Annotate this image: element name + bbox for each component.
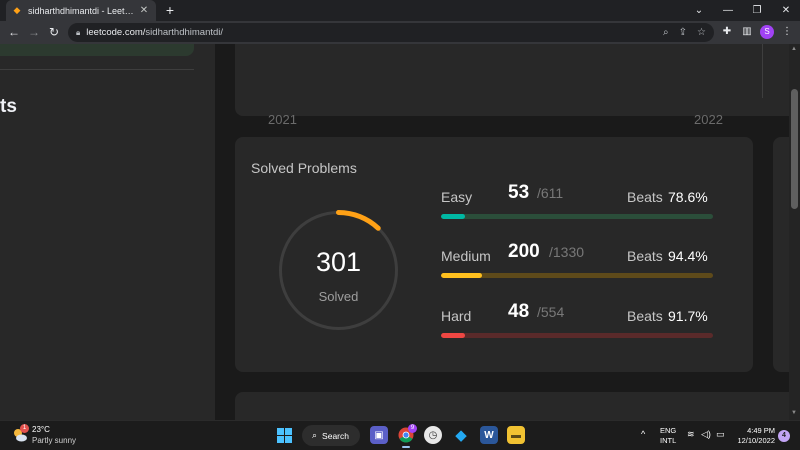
minimize-icon[interactable]: — — [713, 0, 743, 21]
solved-label: Solved — [318, 289, 359, 304]
address-bar[interactable]: 🔒︎ leetcode.com/sidharthdhimantdi/ ⌕ ⇪ ☆ — [68, 23, 714, 42]
beats-percentage: 78.6% — [668, 189, 708, 205]
leetcode-favicon-icon: ◆ — [13, 5, 21, 15]
teams-chat-icon[interactable]: ▣ — [370, 426, 388, 444]
keyboard-layout: INTL — [660, 436, 677, 445]
calendar-card: 2021 2022 — [235, 44, 800, 127]
taskbar-search-label: Search — [322, 430, 349, 441]
url-text[interactable]: leetcode.com/sidharthdhimantdi/ — [86, 27, 653, 38]
beats-label: Beats — [627, 189, 663, 205]
file-explorer-icon[interactable]: ▬ — [507, 426, 525, 444]
extensions-icon[interactable]: ✚ — [720, 25, 734, 39]
difficulty-name: Easy — [441, 189, 473, 205]
solved-total-count: 301 — [315, 247, 362, 277]
beats-label: Beats — [627, 248, 663, 264]
difficulty-total: /611 — [537, 185, 564, 201]
search-icon[interactable]: ⌕ — [663, 27, 669, 38]
difficulty-total: /1330 — [549, 244, 585, 260]
new-tab-button[interactable]: + — [162, 1, 178, 19]
lock-icon[interactable]: 🔒︎ — [76, 28, 80, 38]
weather-description[interactable]: Partly sunny — [32, 436, 76, 445]
difficulty-name: Medium — [441, 248, 491, 264]
volume-icon[interactable]: ◁) — [701, 429, 711, 440]
left-panel: ts — [0, 44, 215, 420]
show-hidden-icons-chevron-icon[interactable]: ^ — [641, 429, 645, 439]
forward-icon[interactable]: → — [26, 24, 42, 40]
difficulty-progress-bar — [441, 273, 713, 278]
left-panel-card-edge — [0, 44, 194, 56]
vscode-icon[interactable]: ◆ — [452, 426, 470, 444]
word-icon[interactable]: W — [480, 426, 498, 444]
difficulty-progress-fill — [441, 214, 465, 219]
weather-badge: 1 — [20, 424, 29, 433]
beats-percentage: 94.4% — [668, 248, 708, 264]
taskbar-clock[interactable]: 4:49 PM 12/10/2022 — [733, 426, 775, 446]
next-section-card — [235, 392, 800, 420]
difficulty-row-easy[interactable]: Easy 53 /611 Beats 78.6% — [441, 181, 713, 221]
left-panel-heading: ts — [0, 96, 17, 117]
sidebar-icon[interactable]: ▥ — [740, 25, 754, 39]
profile-avatar[interactable]: S — [760, 25, 774, 39]
clock-time: 4:49 PM — [747, 426, 775, 435]
difficulty-row-medium[interactable]: Medium 200 /1330 Beats 94.4% — [441, 240, 713, 280]
difficulty-row-hard[interactable]: Hard 48 /554 Beats 91.7% — [441, 300, 713, 340]
calendar-year-label: 2021 — [268, 112, 297, 127]
difficulty-solved-count: 200 — [508, 241, 540, 262]
close-window-icon[interactable]: ✕ — [771, 0, 800, 21]
restore-icon[interactable]: ❐ — [742, 0, 772, 21]
difficulty-total: /554 — [537, 304, 565, 320]
reload-icon[interactable]: ↻ — [46, 24, 62, 40]
left-panel-divider — [0, 69, 194, 70]
language-code: ENG — [660, 426, 677, 435]
solved-problems-card: Solved Problems 301 Solved Easy 53 /611 … — [235, 137, 753, 372]
difficulty-progress-bar — [441, 214, 713, 219]
close-tab-icon[interactable]: ✕ — [138, 5, 150, 16]
beats-label: Beats — [627, 308, 663, 324]
difficulty-progress-bar — [441, 333, 713, 338]
difficulty-progress-fill — [441, 273, 482, 278]
clock-date: 12/10/2022 — [737, 436, 775, 445]
browser-tab[interactable]: ◆ sidharthdhimantdi - LeetCode Pr ✕ — [6, 0, 156, 21]
chrome-notification-badge: 9 — [408, 424, 417, 433]
difficulty-solved-count: 53 — [508, 182, 530, 203]
calendar-divider — [762, 44, 763, 98]
taskbar-search-button[interactable]: ⌕ Search — [302, 425, 360, 446]
windows-taskbar: 1 23°C Partly sunny ⌕ Search ▣ 9 ◷ ◆ W ▬… — [0, 420, 800, 450]
url-domain: leetcode.com/ — [86, 27, 146, 38]
search-icon: ⌕ — [312, 430, 318, 440]
beats-percentage: 91.7% — [668, 308, 708, 324]
difficulty-progress-fill — [441, 333, 465, 338]
tab-title: sidharthdhimantdi - LeetCode Pr — [28, 5, 138, 16]
scroll-up-arrow-icon[interactable]: ▲ — [791, 46, 797, 52]
page-viewport: ts 2021 2022 Solved Problems 301 Solved … — [0, 44, 800, 420]
star-icon[interactable]: ☆ — [697, 27, 706, 38]
calendar-year-label: 2022 — [694, 112, 723, 127]
tab-search-chevron-icon[interactable]: ⌄ — [684, 0, 714, 21]
url-path: sidharthdhimantdi/ — [145, 27, 224, 38]
weather-temperature[interactable]: 23°C — [32, 425, 50, 434]
scroll-down-arrow-icon[interactable]: ▼ — [791, 410, 797, 416]
back-icon[interactable]: ← — [6, 24, 22, 40]
battery-icon[interactable]: ▭ — [716, 429, 725, 440]
difficulty-solved-count: 48 — [508, 301, 530, 322]
notification-count-badge[interactable]: 4 — [778, 430, 790, 442]
language-indicator[interactable]: ENG INTL — [660, 426, 676, 446]
scrollbar-thumb[interactable] — [791, 89, 798, 209]
menu-icon[interactable]: ⋮ — [780, 25, 794, 39]
windows-start-icon[interactable] — [277, 428, 292, 443]
browser-tab-strip: ◆ sidharthdhimantdi - LeetCode Pr ✕ + ⌄ … — [0, 0, 800, 21]
wifi-icon[interactable]: ≋ — [687, 429, 695, 440]
solved-problems-title: Solved Problems — [251, 160, 357, 176]
browser-toolbar: ← → ↻ 🔒︎ leetcode.com/sidharthdhimantdi/… — [0, 21, 800, 44]
share-icon[interactable]: ⇪ — [679, 27, 687, 38]
clock-app-icon[interactable]: ◷ — [424, 426, 442, 444]
difficulty-name: Hard — [441, 308, 472, 324]
